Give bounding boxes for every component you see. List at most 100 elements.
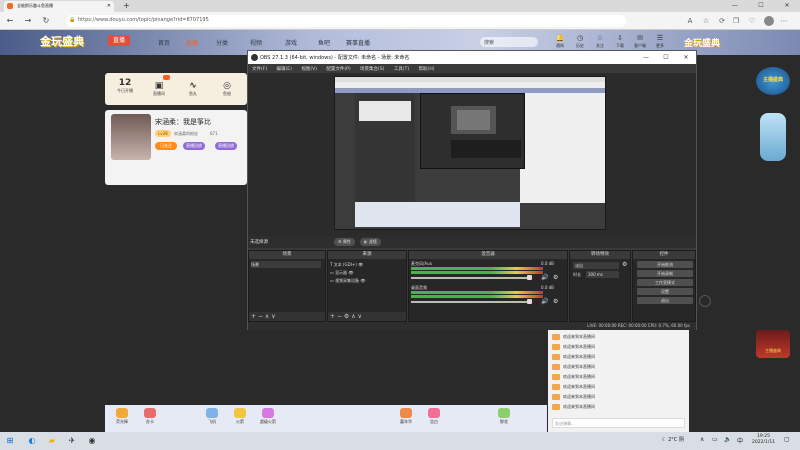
weather-widget[interactable]: ☾ 2°C 阴 bbox=[662, 436, 684, 443]
gift-item[interactable]: 超级火箭 bbox=[257, 408, 279, 426]
bell-icon[interactable]: 🔔 通知 bbox=[552, 34, 568, 49]
follow-button[interactable]: 已关注 bbox=[155, 142, 177, 150]
close-window-button[interactable]: ✕ bbox=[774, 0, 800, 12]
reload-icon[interactable]: ↻ bbox=[40, 15, 52, 27]
read-aloud-icon[interactable]: A bbox=[684, 15, 696, 27]
volume-slider[interactable] bbox=[411, 301, 529, 303]
add-icon[interactable]: + bbox=[330, 313, 335, 320]
refresh-page-icon[interactable]: ⟳ bbox=[716, 15, 728, 27]
speaker-icon[interactable]: 🔊 bbox=[541, 298, 548, 305]
windows-start-icon[interactable]: ⊞ bbox=[4, 435, 16, 447]
remove-icon[interactable]: − bbox=[258, 313, 263, 320]
add-icon[interactable]: + bbox=[251, 313, 256, 320]
menu-view[interactable]: 视图(V) bbox=[301, 67, 317, 72]
nav-video[interactable]: 视频 bbox=[250, 38, 262, 47]
tab-close-icon[interactable]: ✕ bbox=[107, 3, 111, 9]
history-icon[interactable]: ◷ 历史 bbox=[572, 34, 588, 49]
menu-profile[interactable]: 配置文件(P) bbox=[326, 67, 350, 72]
anchor-avatar[interactable] bbox=[111, 114, 151, 160]
move-up-icon[interactable]: ∧ bbox=[351, 313, 355, 320]
favorites-icon[interactable]: ♡ bbox=[746, 15, 758, 27]
menu-scene-collection[interactable]: 场景集合(S) bbox=[360, 67, 384, 72]
replay-button-2[interactable]: 直播回放 bbox=[215, 142, 237, 150]
pinned-app-icon[interactable]: ✈ bbox=[66, 435, 78, 447]
volume-slider-knob[interactable] bbox=[527, 299, 532, 304]
obs-close-button[interactable]: ✕ bbox=[676, 51, 696, 64]
profile-avatar[interactable] bbox=[764, 16, 774, 26]
site-search-input[interactable]: 搜索 bbox=[480, 37, 538, 47]
settings-button[interactable]: 设置 bbox=[637, 288, 693, 295]
obs-maximize-button[interactable]: ☐ bbox=[656, 51, 676, 64]
star-icon[interactable]: ☆ 关注 bbox=[592, 34, 608, 49]
gift-item[interactable]: 办卡 bbox=[139, 408, 161, 426]
gear-icon[interactable]: ⚙ bbox=[622, 261, 627, 268]
source-item[interactable]: ▭ 显示器 👁 bbox=[330, 269, 402, 276]
source-item[interactable]: T 文本 (GDI+) 👁 bbox=[330, 261, 402, 268]
properties-button[interactable]: ⚙ 属性 bbox=[334, 238, 355, 246]
notification-icon[interactable]: ▢ bbox=[784, 436, 790, 443]
tray-up-arrow-icon[interactable]: ∧ bbox=[700, 436, 704, 443]
gear-icon[interactable]: ⚙ bbox=[344, 313, 349, 320]
minimize-button[interactable]: — bbox=[722, 0, 748, 12]
gift-item[interactable]: 告白 bbox=[423, 408, 445, 426]
menu-icon[interactable]: ☰ 更多 bbox=[652, 34, 668, 49]
nav-live[interactable]: 直播 bbox=[186, 38, 198, 47]
gear-icon[interactable]: ⚙ bbox=[553, 298, 558, 305]
nav-home[interactable]: 首页 bbox=[158, 38, 170, 47]
stat-fishball[interactable]: ∿ 鱼丸 bbox=[181, 81, 205, 97]
event-sticker-top[interactable]: 主播盛典 bbox=[756, 67, 790, 95]
gift-item[interactable]: 嘉年华 bbox=[395, 408, 417, 426]
address-bar[interactable]: 🔒 https://www.douyu.com/topic/pinange?ri… bbox=[66, 15, 626, 27]
gear-icon[interactable]: ⚙ bbox=[553, 274, 558, 281]
scene-item[interactable]: 场景 bbox=[251, 261, 321, 268]
gift-item[interactable]: 火箭 bbox=[229, 408, 251, 426]
start-recording-button[interactable]: 开始录制 bbox=[637, 270, 693, 277]
menu-edit[interactable]: 编辑(E) bbox=[277, 67, 292, 72]
remove-icon[interactable]: − bbox=[337, 313, 342, 320]
nav-games[interactable]: 游戏 bbox=[285, 38, 297, 47]
obs-preview-canvas[interactable] bbox=[334, 76, 606, 230]
start-streaming-button[interactable]: 开始推流 bbox=[637, 261, 693, 268]
move-down-icon[interactable]: ∨ bbox=[358, 313, 362, 320]
move-down-icon[interactable]: ∨ bbox=[271, 313, 275, 320]
browser-tab[interactable]: 全能斯乐趣斗鱼直播 ✕ bbox=[4, 1, 114, 12]
volume-icon[interactable]: 🔈 bbox=[724, 436, 731, 443]
event-sticker-bottom[interactable]: 主播盛典 bbox=[756, 330, 790, 358]
menu-tools[interactable]: 工具(T) bbox=[394, 67, 409, 72]
duration-input[interactable]: 300 ms bbox=[586, 271, 619, 278]
gift-item[interactable]: 鲜花 bbox=[493, 408, 515, 426]
move-up-icon[interactable]: ∧ bbox=[265, 313, 269, 320]
menu-help[interactable]: 帮助(H) bbox=[419, 67, 435, 72]
nav-fishbar[interactable]: 鱼吧 bbox=[318, 38, 330, 47]
obs-minimize-button[interactable]: — bbox=[636, 51, 656, 64]
obs-taskbar-icon[interactable]: ◉ bbox=[86, 435, 98, 447]
maximize-button[interactable]: ☐ bbox=[748, 0, 774, 12]
volume-slider[interactable] bbox=[411, 277, 529, 279]
collections-icon[interactable]: ❐ bbox=[730, 15, 742, 27]
message-icon[interactable]: ✉ 客户端 bbox=[632, 34, 648, 49]
stat-room[interactable]: ▣ 直播间 bbox=[147, 81, 171, 97]
back-icon[interactable]: ← bbox=[4, 15, 16, 27]
forward-icon[interactable]: → bbox=[22, 15, 34, 27]
trophy-sticker[interactable] bbox=[760, 113, 786, 161]
network-icon[interactable]: ▭ bbox=[712, 436, 718, 443]
favorite-star-icon[interactable]: ☆ bbox=[700, 15, 712, 27]
replay-button[interactable]: 直播回放 bbox=[183, 142, 205, 150]
speaker-icon[interactable]: 🔊 bbox=[541, 274, 548, 281]
volume-slider-knob[interactable] bbox=[527, 275, 532, 280]
download-icon[interactable]: ⇩ 下载 bbox=[612, 34, 628, 49]
system-clock[interactable]: 19:25 2022/1/11 bbox=[752, 434, 775, 446]
gift-item[interactable]: 飞机 bbox=[201, 408, 223, 426]
settings-menu-icon[interactable]: ⋯ bbox=[778, 15, 790, 27]
studio-mode-button[interactable]: 工作室模式 bbox=[637, 279, 693, 286]
new-tab-button[interactable]: + bbox=[123, 1, 130, 10]
stat-fishfin[interactable]: ◎ 鱼翅 bbox=[215, 81, 239, 97]
file-explorer-icon[interactable]: ▰ bbox=[46, 435, 58, 447]
transition-select[interactable]: 淡出 bbox=[573, 262, 619, 269]
gift-item[interactable]: 荧光棒 bbox=[111, 408, 133, 426]
ime-icon[interactable]: 中 bbox=[737, 436, 743, 445]
nav-esports[interactable]: 赛事直播 bbox=[346, 38, 370, 47]
exit-button[interactable]: 退出 bbox=[637, 297, 693, 304]
chat-input[interactable]: 发送弹幕... bbox=[552, 418, 685, 428]
filters-button[interactable]: ◐ 滤镜 bbox=[360, 238, 381, 246]
